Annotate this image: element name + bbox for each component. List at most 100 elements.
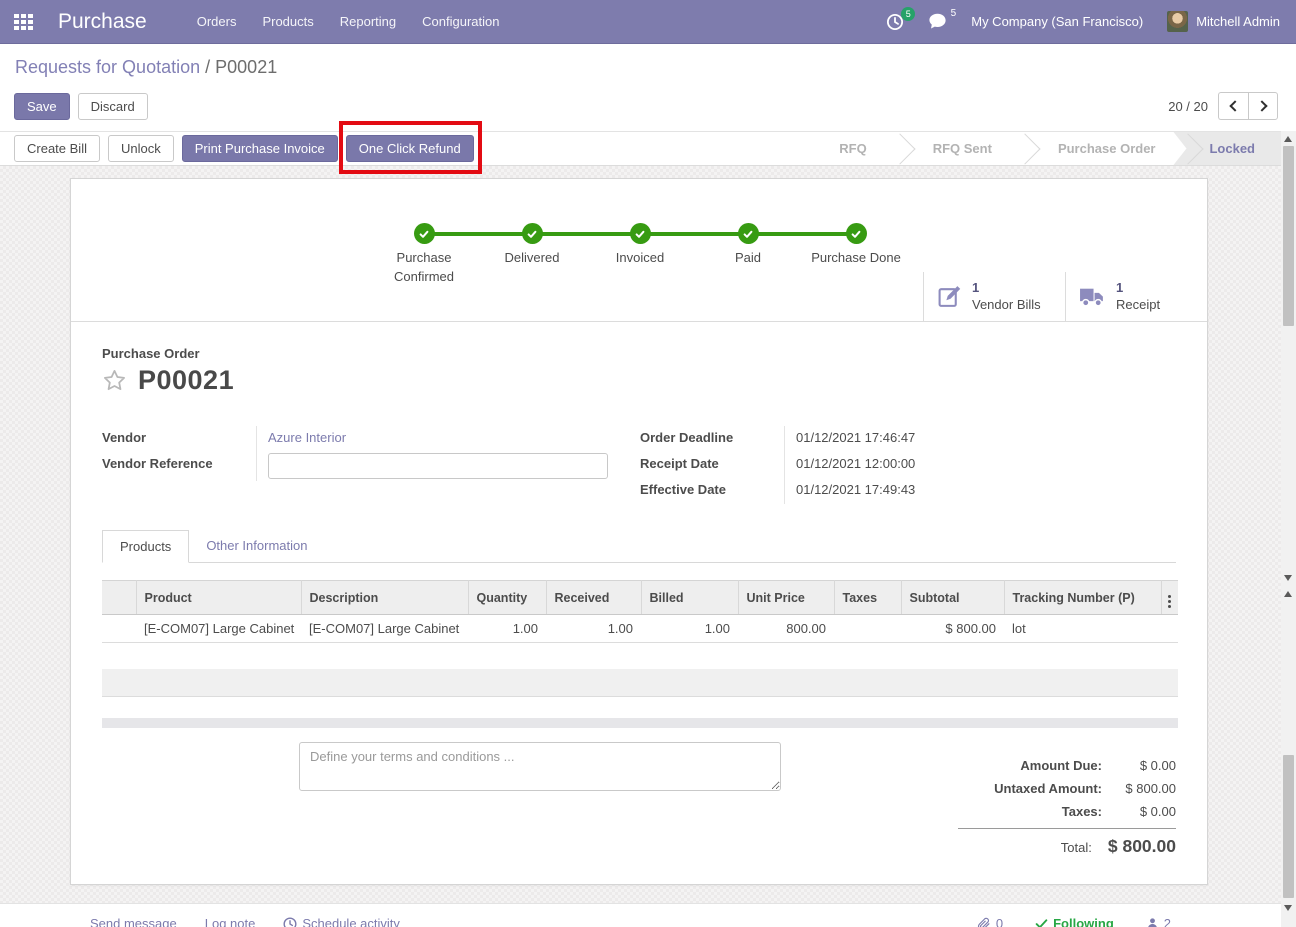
amount-due-label: Amount Due: [1020,758,1102,773]
order-line-row[interactable]: [E-COM07] Large Cabinet [E-COM07] Large … [102,615,1178,643]
scroll-up-arrow[interactable] [1284,136,1292,142]
menu-reporting[interactable]: Reporting [340,14,396,29]
sheet-footer-zone: Amount Due: $ 0.00 Untaxed Amount: $ 800… [71,728,1207,857]
tab-other-information[interactable]: Other Information [189,530,324,562]
following-button[interactable]: Following [1035,916,1114,927]
stage-arrow-icon [884,133,915,164]
stage-purchase-order[interactable]: Purchase Order [1038,132,1176,165]
table-horizontal-scrollbar[interactable] [102,718,1178,728]
total-label: Total: [1061,840,1092,855]
scrollbar-thumb[interactable] [1283,755,1294,898]
title-zone: Purchase Order P00021 [71,322,1207,396]
col-description[interactable]: Description [301,581,468,615]
discard-button[interactable]: Discard [78,93,148,120]
cell-billed[interactable]: 1.00 [641,615,738,643]
cell-optional [1161,615,1178,643]
terms-and-conditions-textarea[interactable] [299,742,781,791]
favorite-star-icon[interactable] [102,368,127,393]
apps-menu-button[interactable] [0,0,46,44]
col-taxes[interactable]: Taxes [834,581,901,615]
truck-icon [1079,285,1106,309]
menu-configuration[interactable]: Configuration [422,14,499,29]
scrollbar-thumb[interactable] [1283,146,1294,326]
check-circle-icon [738,223,759,244]
vendor-label: Vendor [102,426,256,452]
order-lines-table: Product Description Quantity Received Bi… [102,580,1178,643]
cell-subtotal[interactable]: $ 800.00 [901,615,1004,643]
form-view-background: Purchase Confirmed Delivered Invoiced [0,166,1296,903]
receipt-label: Receipt [1116,297,1160,314]
save-button[interactable]: Save [14,93,70,120]
scroll-up-arrow[interactable] [1284,591,1292,597]
col-billed[interactable]: Billed [641,581,738,615]
col-received[interactable]: Received [546,581,641,615]
vendor-bills-stat-button[interactable]: 1 Vendor Bills [923,272,1065,321]
col-product[interactable]: Product [136,581,301,615]
user-avatar [1167,11,1188,32]
breadcrumb-parent-link[interactable]: Requests for Quotation [15,57,200,77]
followers-button[interactable]: 2 [1146,916,1171,927]
stage-rfq[interactable]: RFQ [819,132,886,165]
company-switcher[interactable]: My Company (San Francisco) [971,14,1143,29]
order-deadline-label: Order Deadline [640,426,784,452]
table-header-row: Product Description Quantity Received Bi… [102,581,1178,615]
cell-taxes[interactable] [834,615,901,643]
scroll-down-arrow[interactable] [1284,905,1292,911]
unlock-button[interactable]: Unlock [108,135,174,162]
stat-button-box: 1 Vendor Bills 1 Receipt [923,272,1207,321]
vendor-reference-input[interactable] [268,453,608,479]
log-note-button[interactable]: Log note [205,916,256,927]
untaxed-amount-label: Untaxed Amount: [994,781,1102,796]
vendor-bills-label: Vendor Bills [972,297,1041,314]
cell-tracking-number[interactable]: lot [1004,615,1161,643]
sheet-header-zone: Purchase Confirmed Delivered Invoiced [71,179,1207,322]
breadcrumb-current: P00021 [215,57,277,77]
total-value: $ 800.00 [1108,836,1176,857]
col-unit-price[interactable]: Unit Price [738,581,834,615]
effective-date-value[interactable]: 01/12/2021 17:49:43 [784,478,1176,504]
activities-button[interactable]: 5 [886,13,904,31]
purchase-app: Purchase Orders Products Reporting Confi… [0,0,1296,927]
send-message-button[interactable]: Send message [90,916,177,927]
menu-products[interactable]: Products [262,14,313,29]
order-deadline-value[interactable]: 01/12/2021 17:46:47 [784,426,1176,452]
cell-product[interactable]: [E-COM07] Large Cabinet [136,615,301,643]
col-subtotal[interactable]: Subtotal [901,581,1004,615]
document-name: P00021 [138,365,234,396]
col-tracking-number[interactable]: Tracking Number (P) [1004,581,1161,615]
tab-products[interactable]: Products [102,530,189,563]
one-click-refund-button[interactable]: One Click Refund [346,135,474,162]
attachments-button[interactable]: 0 [977,916,1003,927]
vertical-scrollbar[interactable] [1281,131,1296,927]
cell-description[interactable]: [E-COM07] Large Cabinet [301,615,468,643]
app-brand[interactable]: Purchase [58,10,147,34]
messages-button[interactable]: 5 [928,13,947,30]
create-bill-button[interactable]: Create Bill [14,135,100,162]
stage-rfq-sent[interactable]: RFQ Sent [913,132,1012,165]
effective-date-label: Effective Date [640,478,784,504]
vendor-value-link[interactable]: Azure Interior [268,430,346,445]
cell-received[interactable]: 1.00 [546,615,641,643]
stage-arrow-icon [1009,133,1040,164]
user-menu[interactable]: Mitchell Admin [1167,11,1280,32]
person-icon [1146,917,1159,927]
empty-list-stripe [102,697,1178,718]
schedule-activity-button[interactable]: Schedule activity [283,916,400,927]
col-quantity[interactable]: Quantity [468,581,546,615]
print-purchase-invoice-button[interactable]: Print Purchase Invoice [182,135,338,162]
status-stages: RFQ RFQ Sent Purchase Order Locked [819,132,1296,165]
cell-unit-price[interactable]: 800.00 [738,615,834,643]
notebook: Products Other Information [71,530,1207,563]
menu-orders[interactable]: Orders [197,14,237,29]
pager-next-button[interactable] [1248,92,1278,120]
receipt-date-value[interactable]: 01/12/2021 12:00:00 [784,452,1176,478]
order-lines-table-zone: Product Description Quantity Received Bi… [102,580,1176,728]
breadcrumb-separator: / [205,57,210,77]
step-purchase-done: Purchase Done [802,223,910,287]
scroll-down-arrow[interactable] [1284,575,1292,581]
cell-quantity[interactable]: 1.00 [468,615,546,643]
receipt-stat-button[interactable]: 1 Receipt [1065,272,1207,321]
step-paid: Paid [694,223,802,287]
optional-columns-icon[interactable] [1170,595,1171,608]
pager-previous-button[interactable] [1218,92,1248,120]
